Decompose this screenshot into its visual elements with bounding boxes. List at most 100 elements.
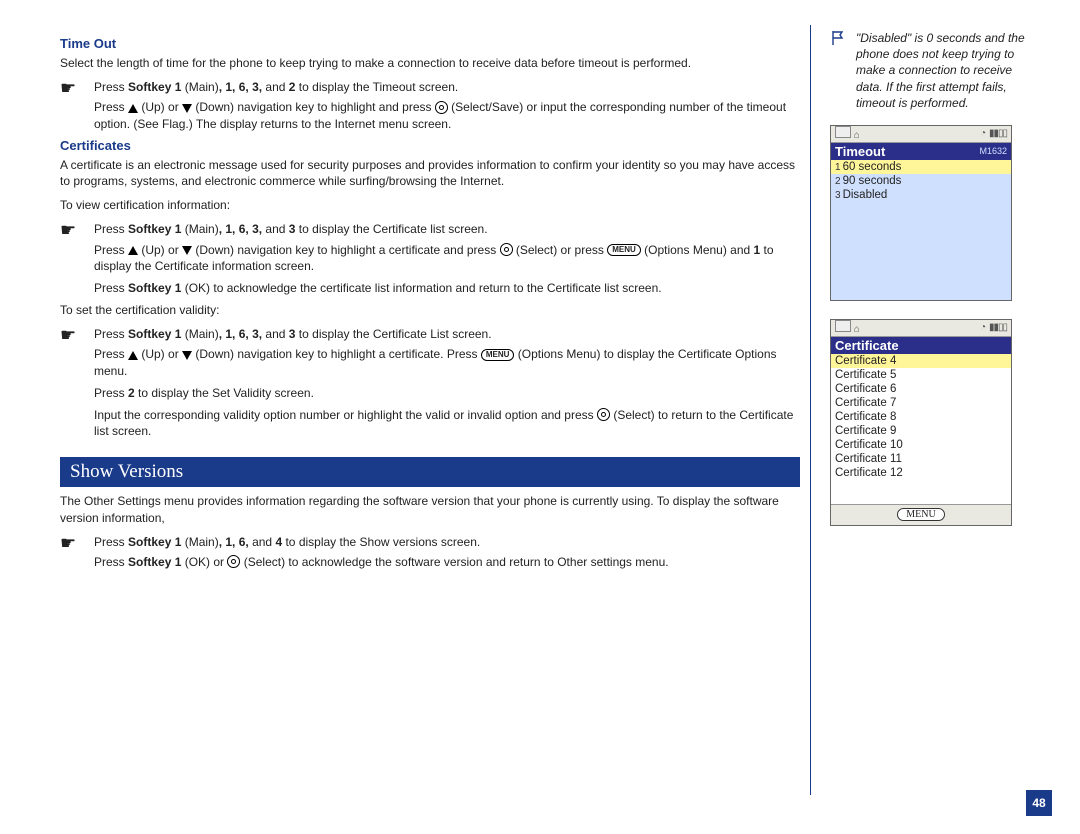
text: Press (94, 555, 128, 569)
phone-list-item: Certificate 9 (831, 424, 1011, 438)
text: to display the Certificate list screen. (295, 222, 487, 236)
phone-status-bar: ⌂ ◔ ▮▮▯▯ (831, 126, 1011, 143)
heading-timeout: Time Out (60, 36, 800, 51)
pointer-icon: ☛ (60, 79, 94, 95)
show-sub-1: Press Softkey 1 (OK) or (Select) to ackn… (94, 554, 800, 570)
status-right-icons: ◔ ▮▮▯▯ (980, 322, 1007, 333)
text: (Main) (181, 327, 218, 341)
phone-list-item: Certificate 7 (831, 396, 1011, 410)
phone-title: Timeout (835, 144, 885, 159)
text: to display the Timeout screen. (295, 80, 458, 94)
softkey-label: Softkey 1 (128, 535, 181, 549)
phone-title-bar: Timeout M1632 (831, 143, 1011, 160)
phone-list-item: Certificate 5 (831, 368, 1011, 382)
key-seq: , 1, 6, 3, (219, 327, 262, 341)
phone-list-item: Certificate 6 (831, 382, 1011, 396)
phone-body: Certificate 4Certificate 5Certificate 6C… (831, 354, 1011, 504)
page-number: 48 (1026, 790, 1052, 816)
select-icon (597, 408, 610, 421)
timeout-bullet-1: ☛ Press Softkey 1 (Main), 1, 6, 3, and 2… (60, 79, 800, 95)
phone-screenshot-timeout: ⌂ ◔ ▮▮▯▯ Timeout M1632 160 seconds290 se… (830, 125, 1012, 301)
select-icon (500, 243, 513, 256)
select-icon (435, 101, 448, 114)
up-icon (128, 104, 138, 113)
certs-sub-1: Press (Up) or (Down) navigation key to h… (94, 242, 800, 274)
text: (Main) (181, 535, 218, 549)
down-icon (182, 351, 192, 360)
text: Press (94, 327, 128, 341)
certs-view-label: To view certification information: (60, 197, 800, 213)
text: Press (94, 80, 128, 94)
phone-list-item: 160 seconds (831, 160, 1011, 174)
text: Press (94, 100, 128, 114)
text: (Up) or (138, 243, 182, 257)
phone-list-item: Certificate 4 (831, 354, 1011, 368)
vertical-rule (810, 25, 811, 795)
status-left-icons: ⌂ (835, 126, 860, 141)
text: to display the Certificate List screen. (295, 327, 491, 341)
softkey-label: Softkey 1 (128, 555, 181, 569)
side-column: "Disabled" is 0 seconds and the phone do… (830, 30, 1040, 544)
timeout-intro: Select the length of time for the phone … (60, 55, 800, 71)
softkey-label: Softkey 1 (128, 80, 181, 94)
phone-menu-soft: MENU (897, 508, 944, 521)
phone-list-item: 290 seconds (831, 174, 1011, 188)
certs-bullet-1: ☛ Press Softkey 1 (Main), 1, 6, 3, and 3… (60, 221, 800, 237)
pointer-icon: ☛ (60, 221, 94, 237)
phone-code: M1632 (979, 146, 1007, 156)
text: (Main) (181, 80, 218, 94)
phone-body: 160 seconds290 seconds3Disabled (831, 160, 1011, 300)
phone-list-item: Certificate 10 (831, 438, 1011, 452)
text: Press (94, 243, 128, 257)
certs-validity-label: To set the certification validity: (60, 302, 800, 318)
text: (OK) or (181, 555, 227, 569)
phone-status-bar: ⌂ ◔ ▮▮▯▯ (831, 320, 1011, 337)
key-seq: , 1, 6, 3, (219, 80, 262, 94)
certs-sub-5: Input the corresponding validity option … (94, 407, 800, 439)
up-icon (128, 246, 138, 255)
status-left-icons: ⌂ (835, 320, 860, 335)
timeout-sub-1: Press (Up) or (Down) navigation key to h… (94, 99, 800, 131)
text: (Main) (181, 222, 218, 236)
flag-icon (830, 30, 856, 111)
certs-intro: A certificate is an electronic message u… (60, 157, 800, 189)
text: Press (94, 386, 128, 400)
text: (Down) navigation key to highlight a cer… (192, 243, 500, 257)
softkey-label: Softkey 1 (128, 327, 181, 341)
text: to display the Set Validity screen. (135, 386, 314, 400)
text: (Select) or press (513, 243, 608, 257)
certs-sub-4: Press 2 to display the Set Validity scre… (94, 385, 800, 401)
text: (Up) or (138, 100, 182, 114)
up-icon (128, 351, 138, 360)
down-icon (182, 104, 192, 113)
phone-list-item: 3Disabled (831, 188, 1011, 202)
main-column: Time Out Select the length of time for t… (60, 30, 800, 576)
text: Press (94, 281, 128, 295)
flag-note: "Disabled" is 0 seconds and the phone do… (830, 30, 1040, 111)
certs-sub-2: Press Softkey 1 (OK) to acknowledge the … (94, 280, 800, 296)
text: and (249, 535, 276, 549)
phone-list-item: Certificate 11 (831, 452, 1011, 466)
text: (OK) to acknowledge the certificate list… (181, 281, 661, 295)
menu-icon: MENU (607, 244, 641, 256)
phone-soft-bar: MENU (831, 504, 1011, 525)
softkey-label: Softkey 1 (128, 222, 181, 236)
heading-certificates: Certificates (60, 138, 800, 153)
softkey-label: Softkey 1 (128, 281, 181, 295)
down-icon (182, 246, 192, 255)
text: to display the Show versions screen. (282, 535, 480, 549)
text: (Options Menu) and (641, 243, 754, 257)
pointer-icon: ☛ (60, 534, 94, 550)
text: and (262, 222, 289, 236)
heading-show-versions: Show Versions (60, 457, 800, 487)
status-right-icons: ◔ ▮▮▯▯ (980, 128, 1007, 139)
certs-bullet-2: ☛ Press Softkey 1 (Main), 1, 6, 3, and 3… (60, 326, 800, 342)
key-seq: , 1, 6, (219, 535, 249, 549)
text: and (262, 327, 289, 341)
show-bullet-1: ☛ Press Softkey 1 (Main), 1, 6, and 4 to… (60, 534, 800, 550)
phone-screenshot-certificate: ⌂ ◔ ▮▮▯▯ Certificate Certificate 4Certif… (830, 319, 1012, 526)
text: Press (94, 535, 128, 549)
phone-title-bar: Certificate (831, 337, 1011, 354)
text: Input the corresponding validity option … (94, 408, 597, 422)
key-last: 2 (128, 386, 135, 400)
